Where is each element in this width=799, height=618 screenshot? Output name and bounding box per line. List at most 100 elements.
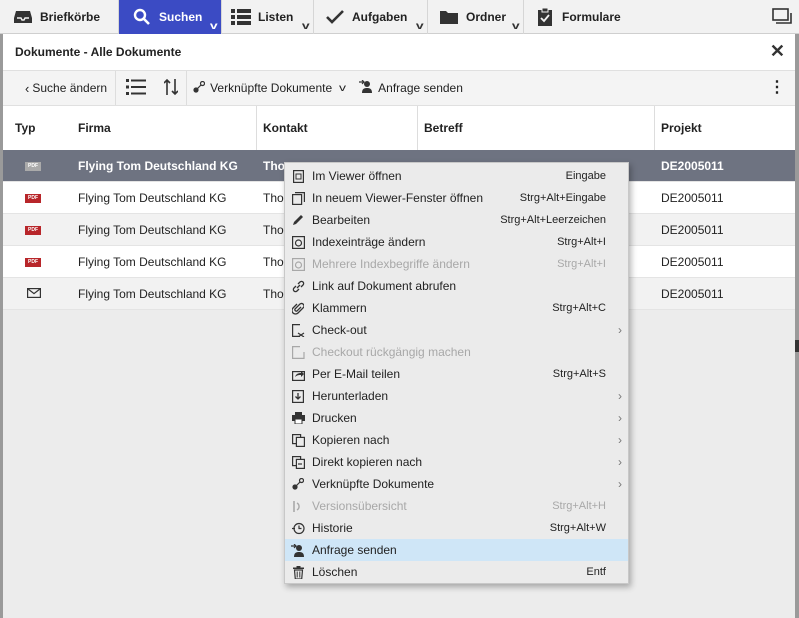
menu-item-send-request[interactable]: Anfrage senden: [285, 539, 628, 561]
chevron-right-icon: ›: [618, 323, 622, 337]
column-header-firma[interactable]: Firma: [66, 106, 257, 150]
menu-item-direct-copy[interactable]: Direkt kopieren nach ›: [285, 451, 628, 473]
chevron-right-icon: ›: [618, 389, 622, 403]
panel-title-text: Dokumente - Alle Dokumente: [15, 45, 182, 59]
checkout-icon: [287, 319, 309, 341]
menu-item-undo-checkout: Checkout rückgängig machen: [285, 341, 628, 363]
column-header-projekt[interactable]: Projekt: [655, 106, 795, 150]
printer-icon: [287, 407, 309, 429]
chevron-right-icon: ›: [618, 433, 622, 447]
chevron-left-icon: ‹: [25, 80, 30, 96]
menu-item-open-new-window[interactable]: In neuem Viewer-Fenster öffnen Strg+Alt+…: [285, 187, 628, 209]
firma-cell: Flying Tom Deutschland KG: [78, 223, 227, 237]
chevron-down-icon[interactable]: v: [210, 21, 218, 32]
search-icon: [131, 6, 153, 28]
nav-label: Formulare: [562, 10, 621, 24]
sort-button[interactable]: [156, 71, 186, 105]
menu-item-label: Bearbeiten: [312, 213, 371, 227]
column-header-betreff[interactable]: Betreff: [418, 106, 655, 150]
chevron-down-icon[interactable]: v: [512, 21, 520, 32]
type-cell: PDF: [25, 214, 55, 246]
nav-formulare[interactable]: Formulare: [524, 0, 634, 34]
chevron-down-icon[interactable]: v: [302, 21, 310, 32]
pencil-icon: [287, 209, 309, 231]
column-label: Kontakt: [263, 121, 308, 135]
menu-item-checkout[interactable]: Check-out ›: [285, 319, 628, 341]
nav-label: Briefkörbe: [40, 10, 101, 24]
send-request-icon: [359, 79, 373, 96]
menu-item-edit[interactable]: Bearbeiten Strg+Alt+Leerzeichen: [285, 209, 628, 231]
menu-item-print[interactable]: Drucken ›: [285, 407, 628, 429]
menu-item-label: Link auf Dokument abrufen: [312, 279, 457, 293]
menu-item-open-viewer[interactable]: Im Viewer öffnen Eingabe: [285, 165, 628, 187]
menu-item-clip[interactable]: Klammern Strg+Alt+C: [285, 297, 628, 319]
nav-listen[interactable]: Listen v: [222, 0, 314, 34]
multi-index-icon: [287, 253, 309, 275]
menu-item-label: Drucken: [312, 411, 357, 425]
send-request-button[interactable]: Anfrage senden: [351, 71, 469, 105]
context-menu: Im Viewer öffnen Eingabe In neuem Viewer…: [284, 162, 629, 584]
projekt-cell: DE2005011: [661, 287, 724, 301]
more-options-icon[interactable]: ⋮: [769, 80, 785, 96]
menu-item-delete[interactable]: Löschen Entf: [285, 561, 628, 583]
menu-item-label: Mehrere Indexbegriffe ändern: [312, 257, 470, 271]
mail-icon: [27, 287, 42, 301]
menu-item-index-entries[interactable]: Indexeinträge ändern Strg+Alt+I: [285, 231, 628, 253]
menu-item-label: Im Viewer öffnen: [312, 169, 402, 183]
new-window-icon: [287, 187, 309, 209]
top-navigation: Briefkörbe Suchen v Listen v Aufgaben v …: [0, 0, 799, 34]
resize-handle[interactable]: [795, 340, 799, 352]
column-label: Betreff: [424, 121, 463, 135]
menu-item-multi-index: Mehrere Indexbegriffe ändern Strg+Alt+I: [285, 253, 628, 275]
firma-cell: Flying Tom Deutschland KG: [78, 191, 227, 205]
menu-item-label: Indexeinträge ändern: [312, 235, 426, 249]
menu-item-copy-to[interactable]: Kopieren nach ›: [285, 429, 628, 451]
window-toggle-button[interactable]: [764, 0, 799, 34]
linked-documents-dropdown[interactable]: Verknüpfte Dokumente v: [187, 71, 351, 105]
versions-icon: [287, 495, 309, 517]
back-button-label: Suche ändern: [32, 81, 108, 95]
menu-item-label: Historie: [312, 521, 353, 535]
document-icon: [287, 165, 309, 187]
list-view-icon: [126, 78, 147, 99]
column-label: Projekt: [661, 121, 702, 135]
menu-item-get-link[interactable]: Link auf Dokument abrufen: [285, 275, 628, 297]
menu-item-share-email[interactable]: Per E-Mail teilen Strg+Alt+S: [285, 363, 628, 385]
nav-suchen[interactable]: Suchen v: [119, 0, 222, 34]
column-header-kontakt[interactable]: Kontakt: [257, 106, 418, 150]
type-cell: [27, 278, 57, 310]
menu-item-linked-documents[interactable]: Verknüpfte Dokumente ›: [285, 473, 628, 495]
nav-aufgaben[interactable]: Aufgaben v: [314, 0, 428, 34]
menu-item-label: Herunterladen: [312, 389, 389, 403]
nav-ordner[interactable]: Ordner v: [428, 0, 524, 34]
pdf-icon: PDF: [25, 257, 41, 267]
linked-documents-icon: [193, 80, 206, 96]
pdf-icon: PDF: [25, 161, 41, 171]
menu-item-download[interactable]: Herunterladen ›: [285, 385, 628, 407]
direct-copy-icon: [287, 451, 309, 473]
column-label: Typ: [15, 121, 36, 135]
checkmark-icon: [324, 6, 346, 28]
menu-item-label: Checkout rückgängig machen: [312, 345, 471, 359]
firma-cell: Flying Tom Deutschland KG: [78, 287, 227, 301]
menu-item-label: Löschen: [312, 565, 358, 579]
column-label: Firma: [78, 121, 111, 135]
nav-briefkoerbe[interactable]: Briefkörbe: [0, 0, 119, 34]
undo-checkout-icon: [287, 341, 309, 363]
chevron-down-icon: v: [339, 82, 347, 94]
type-cell: PDF: [25, 150, 55, 182]
back-button[interactable]: ‹ Suche ändern: [3, 71, 117, 105]
chevron-down-icon[interactable]: v: [416, 21, 424, 32]
panel-title: Dokumente - Alle Dokumente ✕: [3, 34, 795, 70]
close-icon[interactable]: ✕: [770, 42, 785, 60]
menu-item-shortcut: Eingabe: [565, 170, 606, 182]
nav-label: Suchen: [159, 10, 203, 24]
inbox-icon: [12, 6, 34, 28]
linked-documents-label: Verknüpfte Dokumente: [210, 81, 333, 95]
copy-icon: [287, 429, 309, 451]
type-cell: PDF: [25, 182, 55, 214]
menu-item-history[interactable]: Historie Strg+Alt+W: [285, 517, 628, 539]
column-header-typ[interactable]: Typ: [3, 106, 66, 150]
list-view-button[interactable]: [116, 71, 156, 105]
list-icon: [230, 6, 252, 28]
